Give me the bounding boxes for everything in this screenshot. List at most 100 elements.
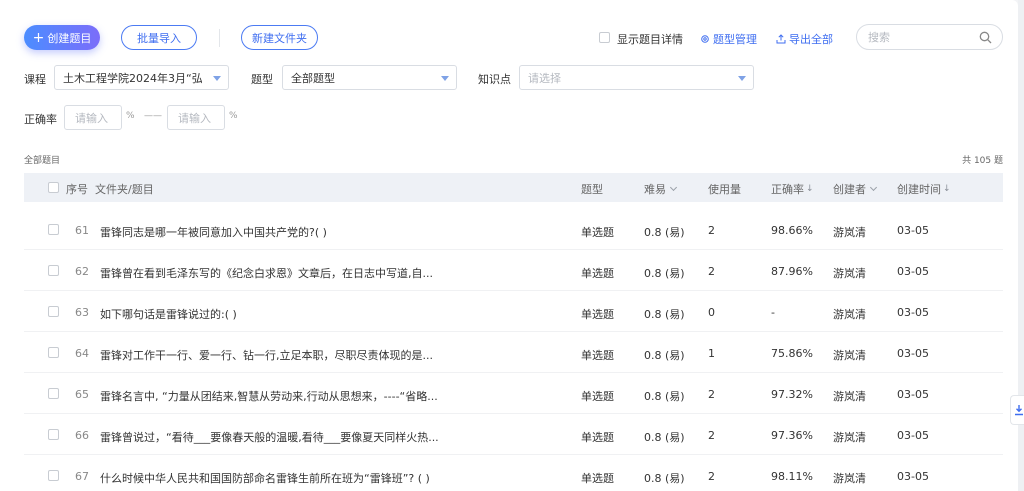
row-type: 单选题 bbox=[581, 349, 614, 362]
course-value: 土木工程学院2024年3月“弘扬雷 bbox=[63, 71, 202, 85]
row-creator: 游岚清 bbox=[833, 308, 866, 321]
row-creator: 游岚清 bbox=[833, 472, 866, 485]
row-accuracy: 97.32% bbox=[771, 388, 813, 401]
accuracy-max-input[interactable]: 请输入 bbox=[167, 105, 225, 130]
row-index: 62 bbox=[75, 265, 89, 278]
knowledge-select[interactable]: 请选择 bbox=[519, 65, 754, 90]
row-creator: 游岚清 bbox=[833, 349, 866, 362]
export-icon bbox=[776, 34, 786, 44]
accuracy-filter-label: 正确率 bbox=[24, 113, 57, 126]
type-select[interactable]: 全部题型 bbox=[282, 65, 457, 90]
row-creator: 游岚清 bbox=[833, 431, 866, 444]
plus-icon: + bbox=[32, 29, 45, 46]
row-difficulty: 0.8 (易) bbox=[644, 308, 685, 321]
header-creator[interactable]: 创建者 bbox=[833, 181, 878, 197]
table-row[interactable]: 65 雷锋名言中, “力量从团结来,智慧从劳动来,行动从思想来，----“省略.… bbox=[24, 373, 1003, 414]
header-accuracy[interactable]: 正确率 ↓ bbox=[771, 181, 814, 197]
show-detail-label[interactable]: 显示题目详情 bbox=[617, 31, 683, 47]
row-accuracy: 97.36% bbox=[771, 429, 813, 442]
search-icon[interactable] bbox=[979, 31, 992, 44]
knowledge-placeholder: 请选择 bbox=[528, 71, 561, 85]
row-index: 67 bbox=[75, 470, 89, 483]
download-icon bbox=[1015, 405, 1023, 416]
row-title[interactable]: 雷锋曾在看到毛泽东写的《纪念白求恩》文章后，在日志中写道,自... bbox=[100, 265, 433, 281]
row-type: 单选题 bbox=[581, 431, 614, 444]
type-manage-link[interactable]: 题型管理 bbox=[700, 31, 757, 47]
row-checkbox[interactable] bbox=[48, 224, 59, 235]
table-row[interactable]: 62 雷锋曾在看到毛泽东写的《纪念白求恩》文章后，在日志中写道,自... 单选题… bbox=[24, 250, 1003, 291]
header-accuracy-label: 正确率 bbox=[771, 183, 804, 196]
row-difficulty: 0.8 (易) bbox=[644, 267, 685, 280]
row-difficulty: 0.8 (易) bbox=[644, 390, 685, 403]
gear-icon bbox=[701, 35, 709, 43]
row-usage: 2 bbox=[708, 429, 715, 442]
course-label: 课程 bbox=[24, 73, 46, 86]
table-header: 序号 文件夹/题目 题型 难易 使用量 正确率 ↓ 创建者 创建时间 ↓ bbox=[24, 173, 1003, 202]
batch-import-button[interactable]: 批量导入 bbox=[121, 25, 197, 50]
row-title[interactable]: 如下哪句话是雷锋说过的:( ) bbox=[100, 306, 237, 322]
row-index: 63 bbox=[75, 306, 89, 319]
row-type: 单选题 bbox=[581, 267, 614, 280]
row-title[interactable]: 雷锋名言中, “力量从团结来,智慧从劳动来,行动从思想来，----“省略... bbox=[100, 388, 438, 404]
show-detail-checkbox[interactable] bbox=[599, 32, 610, 43]
row-title[interactable]: 什么时候中华人民共和国国防部命名雷锋生前所在班为“雷锋班”? ( ) bbox=[100, 470, 430, 486]
create-question-button[interactable]: + 创建题目 bbox=[24, 25, 100, 50]
row-accuracy: - bbox=[771, 306, 775, 319]
table-row[interactable]: 67 什么时候中华人民共和国国防部命名雷锋生前所在班为“雷锋班”? ( ) 单选… bbox=[24, 455, 1003, 491]
row-usage: 2 bbox=[708, 388, 715, 401]
row-checkbox[interactable] bbox=[48, 265, 59, 276]
row-title[interactable]: 雷锋同志是哪一年被同意加入中国共产党的?( ) bbox=[100, 224, 327, 240]
row-accuracy: 98.66% bbox=[771, 224, 813, 237]
search-input[interactable] bbox=[868, 30, 976, 44]
row-checkbox[interactable] bbox=[48, 388, 59, 399]
header-usage: 使用量 bbox=[708, 183, 741, 196]
caret-down-icon bbox=[213, 76, 221, 81]
select-all-checkbox[interactable] bbox=[48, 182, 59, 193]
header-difficulty[interactable]: 难易 bbox=[644, 181, 678, 197]
percent-sign: % bbox=[126, 111, 135, 121]
table-row[interactable]: 64 雷锋对工作干一行、爱一行、钻一行,立足本职，尽职尽责体现的是... 单选题… bbox=[24, 332, 1003, 373]
row-type: 单选题 bbox=[581, 472, 614, 485]
header-creator-label: 创建者 bbox=[833, 183, 866, 196]
row-usage: 2 bbox=[708, 470, 715, 483]
row-checkbox[interactable] bbox=[48, 306, 59, 317]
row-type: 单选题 bbox=[581, 308, 614, 321]
type-label: 题型 bbox=[251, 73, 273, 86]
search-box[interactable] bbox=[856, 24, 1003, 50]
table-row[interactable]: 66 雷锋曾说过，“看待___要像春天般的温暖,看待___要像夏天同样火热...… bbox=[24, 414, 1003, 455]
table-row[interactable]: 61 雷锋同志是哪一年被同意加入中国共产党的?( ) 单选题 0.8 (易) 2… bbox=[24, 209, 1003, 250]
row-difficulty: 0.8 (易) bbox=[644, 472, 685, 485]
accuracy-min-input[interactable]: 请输入 bbox=[64, 105, 122, 130]
row-created: 03-05 bbox=[897, 347, 929, 360]
export-all-link[interactable]: 导出全部 bbox=[776, 31, 833, 47]
row-index: 61 bbox=[75, 224, 89, 237]
new-folder-button[interactable]: 新建文件夹 bbox=[241, 25, 318, 50]
row-usage: 2 bbox=[708, 224, 715, 237]
header-type: 题型 bbox=[581, 183, 603, 196]
percent-sign: % bbox=[229, 111, 238, 121]
header-difficulty-label: 难易 bbox=[644, 183, 666, 196]
row-checkbox[interactable] bbox=[48, 429, 59, 440]
export-all-label: 导出全部 bbox=[789, 33, 833, 46]
table-row[interactable]: 63 如下哪句话是雷锋说过的:( ) 单选题 0.8 (易) 0 - 游岚清 0… bbox=[24, 291, 1003, 332]
floating-action-button[interactable] bbox=[1010, 395, 1024, 425]
row-difficulty: 0.8 (易) bbox=[644, 349, 685, 362]
row-created: 03-05 bbox=[897, 470, 929, 483]
row-type: 单选题 bbox=[581, 390, 614, 403]
row-accuracy: 87.96% bbox=[771, 265, 813, 278]
range-dash: —— bbox=[144, 111, 162, 121]
chevron-down-icon bbox=[669, 183, 678, 192]
header-created[interactable]: 创建时间 ↓ bbox=[897, 181, 951, 197]
row-created: 03-05 bbox=[897, 265, 929, 278]
row-checkbox[interactable] bbox=[48, 470, 59, 481]
row-index: 66 bbox=[75, 429, 89, 442]
row-title[interactable]: 雷锋对工作干一行、爱一行、钻一行,立足本职，尽职尽责体现的是... bbox=[100, 347, 433, 363]
row-created: 03-05 bbox=[897, 306, 929, 319]
row-checkbox[interactable] bbox=[48, 347, 59, 358]
create-question-label: 创建题目 bbox=[47, 31, 92, 45]
row-created: 03-05 bbox=[897, 429, 929, 442]
row-title[interactable]: 雷锋曾说过，“看待___要像春天般的温暖,看待___要像夏天同样火热... bbox=[100, 429, 439, 445]
course-select[interactable]: 土木工程学院2024年3月“弘扬雷 bbox=[54, 65, 229, 90]
row-created: 03-05 bbox=[897, 224, 929, 237]
knowledge-label: 知识点 bbox=[478, 73, 511, 86]
